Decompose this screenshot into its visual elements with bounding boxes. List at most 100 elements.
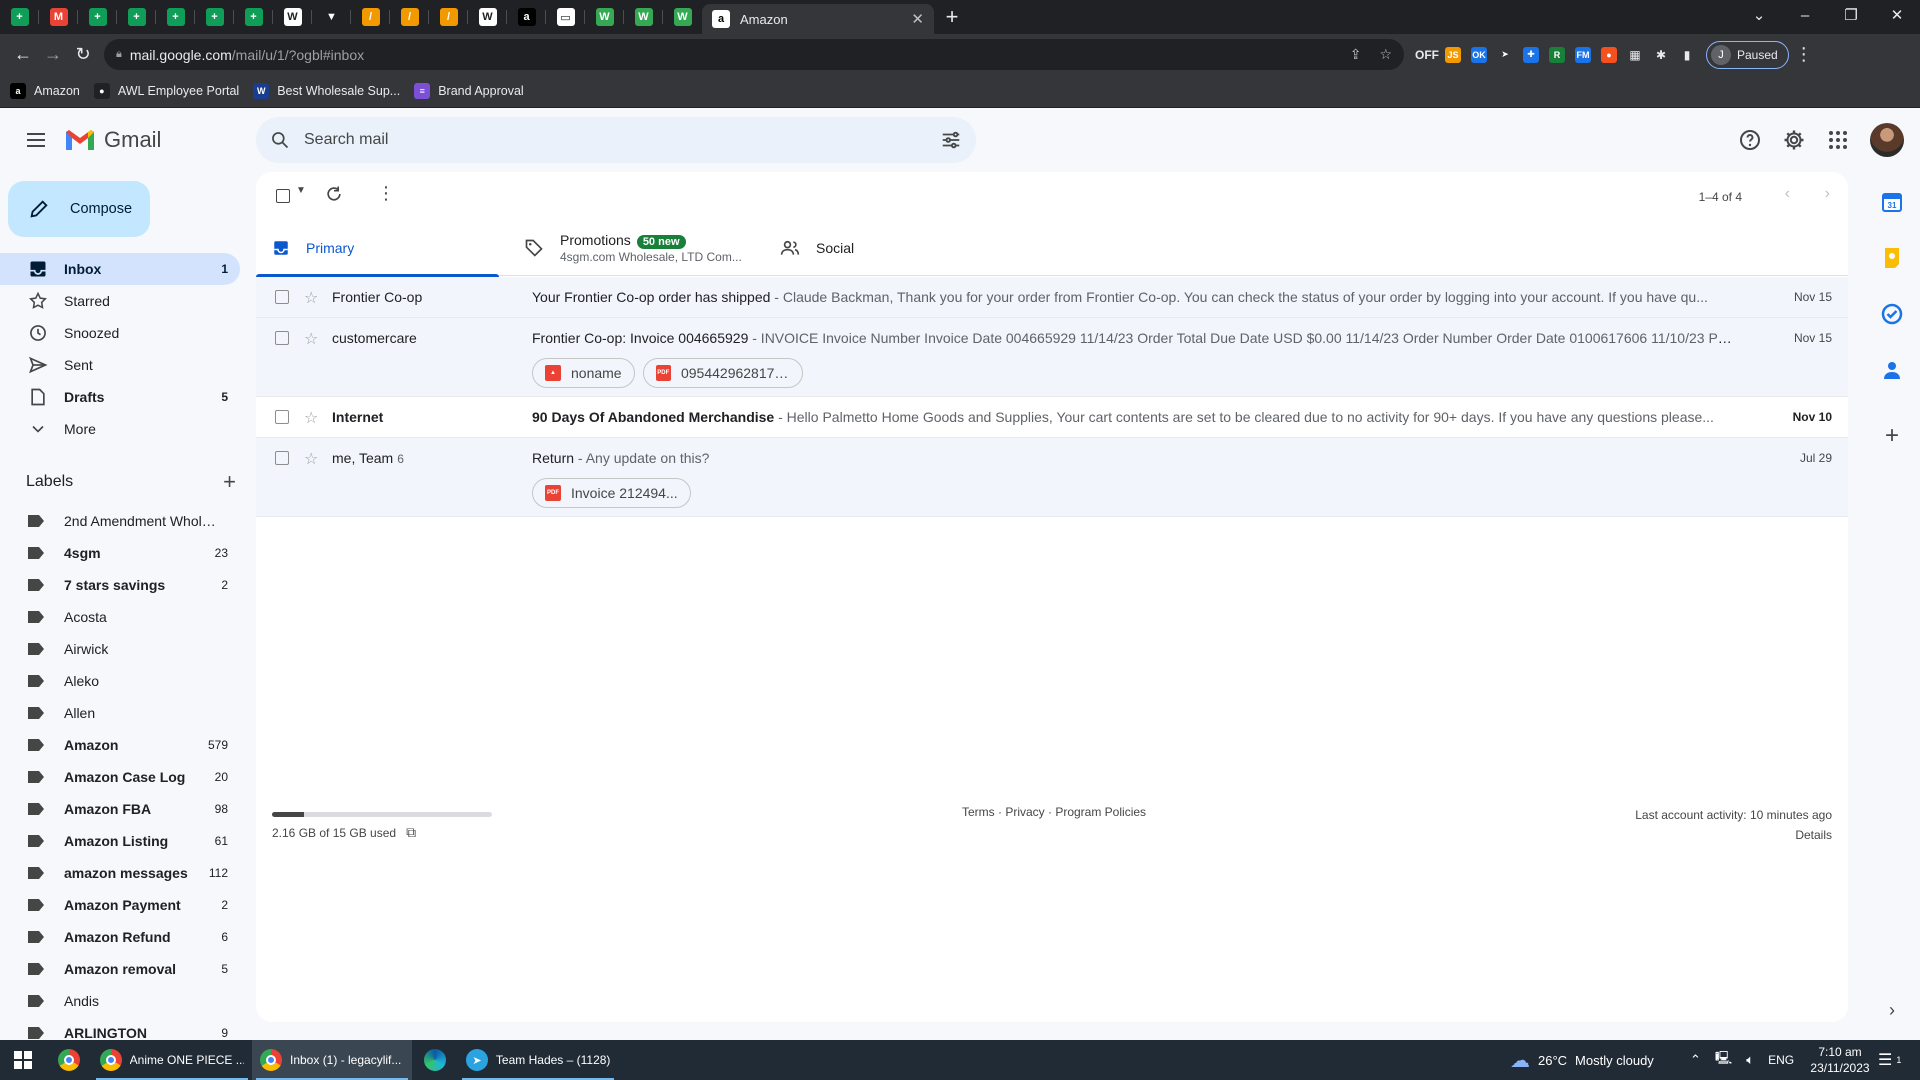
tasks-icon[interactable]: [1880, 302, 1904, 326]
start-button[interactable]: [0, 1040, 46, 1080]
pinned-tab[interactable]: +: [156, 0, 195, 34]
pinned-tab[interactable]: W: [468, 0, 507, 34]
label-item[interactable]: Andis: [0, 985, 240, 1017]
search-bar[interactable]: [256, 117, 976, 163]
lock-icon[interactable]: 🔒︎: [116, 48, 122, 61]
side-panel-button[interactable]: ▮: [1674, 42, 1700, 68]
sidebar-item-snoozed[interactable]: Snoozed: [0, 317, 240, 349]
volume-icon[interactable]: 🔈︎: [1746, 1052, 1754, 1068]
pinned-tab[interactable]: /: [429, 0, 468, 34]
attachment-chip[interactable]: PDF 0954429628179...: [642, 358, 803, 388]
label-item[interactable]: 7 stars savings 2: [0, 569, 240, 601]
label-item[interactable]: Amazon Case Log 20: [0, 761, 240, 793]
email-checkbox[interactable]: [275, 451, 289, 465]
label-item[interactable]: ARLINGTON 9: [0, 1017, 240, 1040]
reload-icon[interactable]: ↻: [68, 40, 98, 70]
pinned-tab[interactable]: ▼: [312, 0, 351, 34]
tab-search-icon[interactable]: ⌄: [1736, 6, 1782, 24]
more-actions-icon[interactable]: ⋮: [377, 183, 395, 204]
bookmark-item[interactable]: ≡ Brand Approval: [414, 83, 524, 99]
calendar-icon[interactable]: 31: [1880, 190, 1904, 214]
label-item[interactable]: amazon messages 112: [0, 857, 240, 889]
pinned-tab[interactable]: +: [0, 0, 39, 34]
off-extension-button[interactable]: OFF: [1414, 42, 1440, 68]
sidebar-item-inbox[interactable]: Inbox 1: [0, 253, 240, 285]
google-apps-icon[interactable]: [1826, 128, 1850, 152]
new-tab-button[interactable]: +: [934, 0, 970, 34]
fm-extension-button[interactable]: FM: [1570, 42, 1596, 68]
contacts-icon[interactable]: [1880, 358, 1904, 382]
puzzle-blue-button[interactable]: ✚: [1518, 42, 1544, 68]
activity-details-link[interactable]: Details: [1635, 825, 1832, 845]
pinned-tab[interactable]: +: [234, 0, 273, 34]
label-item[interactable]: Allen: [0, 697, 240, 729]
search-icon[interactable]: [270, 130, 290, 150]
refresh-icon[interactable]: [324, 184, 344, 204]
search-input[interactable]: [290, 131, 940, 149]
pinned-tab[interactable]: a: [507, 0, 546, 34]
taskbar-telegram[interactable]: ➤ Team Hades – (1128): [458, 1040, 618, 1080]
chrome-menu-icon[interactable]: ⋮: [1789, 40, 1819, 70]
pinned-tab[interactable]: W: [273, 0, 312, 34]
email-row[interactable]: ☆ customercare Frontier Co-op: Invoice 004…: [256, 318, 1848, 397]
tab-social[interactable]: Social: [764, 220, 854, 276]
compose-button[interactable]: Compose: [8, 181, 150, 237]
attachment-chip[interactable]: ▲ noname: [532, 358, 635, 388]
sidebar-item-sent[interactable]: Sent: [0, 349, 240, 381]
r-extension-button[interactable]: R: [1544, 42, 1570, 68]
label-item[interactable]: Amazon Refund 6: [0, 921, 240, 953]
restore-icon[interactable]: ❐: [1828, 6, 1874, 24]
label-item[interactable]: Amazon FBA 98: [0, 793, 240, 825]
email-checkbox[interactable]: [275, 331, 289, 345]
address-bar[interactable]: 🔒︎ mail.google.com/mail/u/1/?ogbl#inbox …: [104, 39, 1404, 70]
label-item[interactable]: 2nd Amendment Whole...: [0, 505, 240, 537]
pinned-tab[interactable]: W: [585, 0, 624, 34]
email-row[interactable]: ☆ me, Team 6 Return - Any update on this? Ju…: [256, 438, 1848, 517]
bookmark-item[interactable]: W Best Wholesale Sup...: [253, 83, 400, 99]
sidebar-item-drafts[interactable]: Drafts 5: [0, 381, 240, 413]
ok-extension-button[interactable]: OK: [1466, 42, 1492, 68]
arrow-extension-button[interactable]: ➤: [1492, 42, 1518, 68]
sidebar-item-more[interactable]: More: [0, 413, 240, 445]
bookmark-star-icon[interactable]: ☆: [1379, 46, 1392, 63]
bookmark-item[interactable]: ● AWL Employee Portal: [93, 83, 239, 99]
email-checkbox[interactable]: [275, 290, 289, 304]
prev-page-icon[interactable]: ‹: [1785, 185, 1790, 203]
gmail-logo[interactable]: Gmail: [64, 127, 161, 153]
minimize-icon[interactable]: –: [1782, 7, 1828, 24]
email-row[interactable]: ☆ Frontier Co-op Your Frontier Co-op order…: [256, 277, 1848, 318]
email-checkbox[interactable]: [275, 410, 289, 424]
grid-extension-button[interactable]: ▦: [1622, 42, 1648, 68]
taskbar-chrome-inbox[interactable]: Inbox (1) - legacylif...: [252, 1040, 412, 1080]
settings-gear-icon[interactable]: [1782, 128, 1806, 152]
help-icon[interactable]: [1738, 128, 1762, 152]
tab-primary[interactable]: Primary: [256, 220, 499, 277]
label-item[interactable]: Airwick: [0, 633, 240, 665]
account-avatar[interactable]: [1870, 123, 1904, 157]
clock[interactable]: 7:10 am 23/11/2023: [1800, 1040, 1880, 1080]
select-dropdown-icon[interactable]: ▼: [296, 185, 306, 196]
taskbar-chrome-pinned[interactable]: [46, 1040, 92, 1080]
next-page-icon[interactable]: ›: [1825, 185, 1830, 203]
select-all-checkbox[interactable]: [276, 189, 290, 203]
sidebar-item-starred[interactable]: Starred: [0, 285, 240, 317]
profile-button[interactable]: J Paused: [1706, 40, 1789, 69]
label-item[interactable]: 4sgm 23: [0, 537, 240, 569]
pinned-tab[interactable]: ▭: [546, 0, 585, 34]
star-icon[interactable]: ☆: [304, 329, 318, 349]
email-row[interactable]: ☆ Internet 90 Days Of Abandoned Merchandis…: [256, 397, 1848, 438]
taskbar-edge[interactable]: [412, 1040, 458, 1080]
keep-icon[interactable]: [1880, 246, 1904, 270]
pinned-tab[interactable]: +: [78, 0, 117, 34]
close-tab-icon[interactable]: ✕: [911, 10, 924, 28]
bookmark-item[interactable]: a Amazon: [10, 83, 80, 99]
add-label-icon[interactable]: +: [223, 469, 236, 495]
label-item[interactable]: Amazon removal 5: [0, 953, 240, 985]
open-external-icon[interactable]: ⧉: [406, 824, 416, 841]
star-icon[interactable]: ☆: [304, 408, 318, 428]
pinned-tab[interactable]: +: [195, 0, 234, 34]
pinned-tab[interactable]: +: [117, 0, 156, 34]
pinned-tab[interactable]: /: [390, 0, 429, 34]
star-icon[interactable]: ☆: [304, 288, 318, 308]
language-indicator[interactable]: ENG: [1768, 1053, 1794, 1067]
